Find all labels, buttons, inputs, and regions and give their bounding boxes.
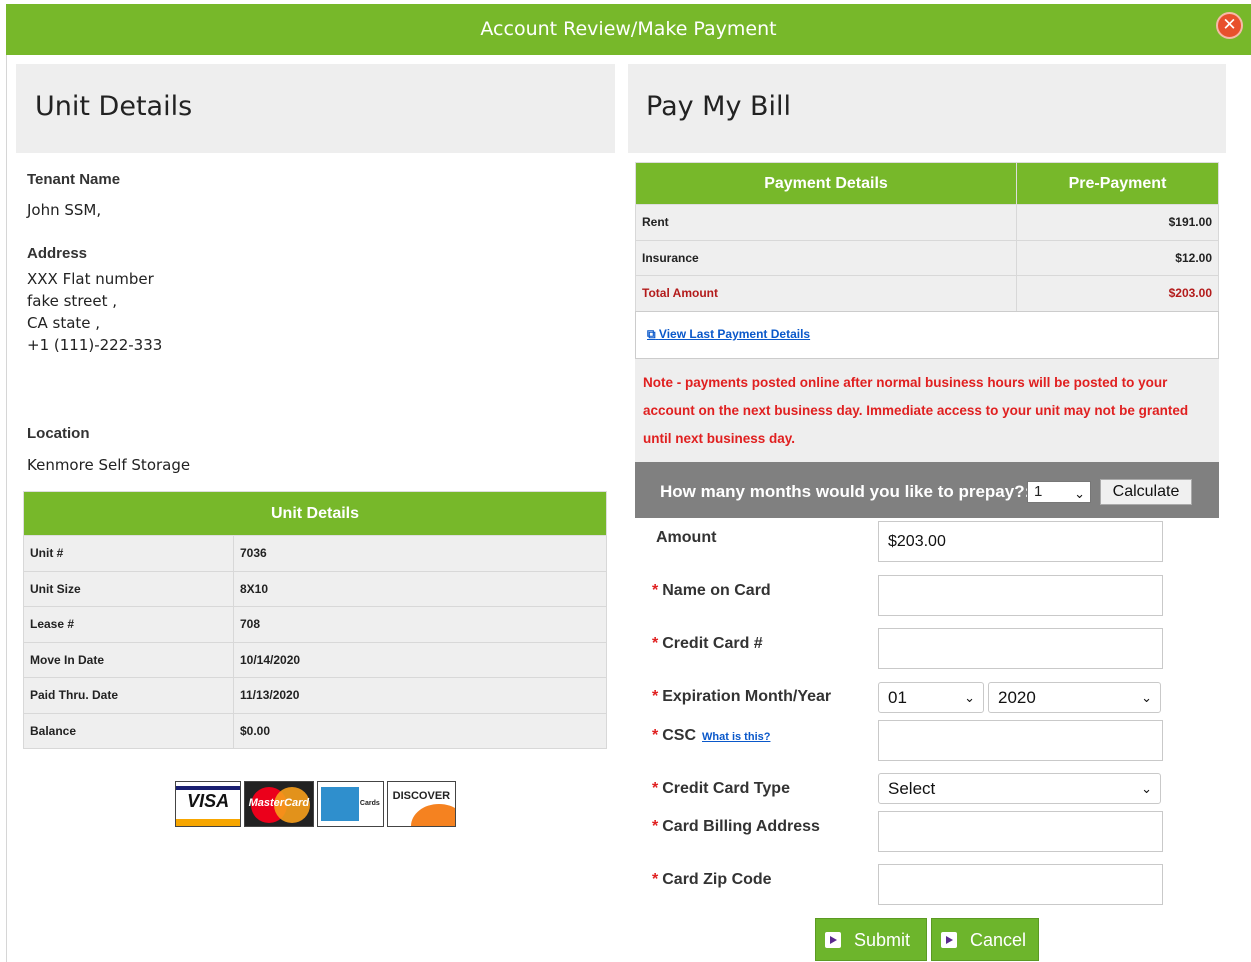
row-amount: $191.00	[1016, 204, 1219, 241]
chevron-down-icon: ⌄	[1141, 781, 1152, 796]
calculate-button[interactable]: Calculate	[1100, 479, 1192, 505]
accepted-cards-logos: VISA MasterCard Cards DISCOVER	[175, 781, 456, 827]
table-row: Balance $0.00	[23, 712, 607, 749]
credit-card-type-select[interactable]: Select ⌄	[878, 773, 1161, 804]
table-row: Lease #708	[23, 606, 607, 643]
amount-input[interactable]: $203.00	[878, 521, 1163, 562]
play-icon	[941, 932, 957, 948]
row-label: Paid Thru. Date	[23, 677, 234, 714]
address-line: XXX Flat number	[27, 270, 154, 288]
dialog-title: Account Review/Make Payment	[480, 18, 777, 40]
row-label: Unit #	[23, 535, 234, 572]
billing-address-input[interactable]	[878, 811, 1163, 852]
table-row: Rent $191.00	[635, 204, 1219, 241]
zip-code-input[interactable]	[878, 864, 1163, 905]
address-line: +1 (111)-222-333	[27, 336, 163, 354]
play-icon	[825, 932, 841, 948]
payment-details-table: Payment Details Pre-Payment Rent $191.00 …	[635, 162, 1219, 312]
row-value: 8X10	[233, 570, 607, 607]
row-label: Unit Size	[23, 570, 234, 607]
row-label: Rent	[635, 204, 1017, 241]
pre-payment-col: Pre-Payment	[1016, 162, 1219, 205]
external-link-icon: ⧉	[647, 327, 656, 341]
payment-details-col: Payment Details	[635, 162, 1017, 205]
row-value: 11/13/2020	[233, 677, 607, 714]
csc-input[interactable]	[878, 720, 1163, 761]
mastercard-logo: MasterCard	[244, 781, 314, 827]
credit-card-number-label: * Credit Card #	[652, 635, 763, 652]
address-line: CA state ,	[27, 314, 101, 332]
unit-details-heading: Unit Details	[35, 91, 193, 122]
location-value: Kenmore Self Storage	[27, 456, 191, 474]
close-icon[interactable]: ✕	[1216, 12, 1243, 39]
last-payment-box: ⧉ View Last Payment Details	[635, 311, 1219, 359]
zip-code-label: * Card Zip Code	[652, 871, 772, 888]
visa-logo: VISA	[175, 781, 242, 827]
chevron-down-icon: ⌄	[1141, 690, 1152, 705]
credit-card-number-input[interactable]	[878, 628, 1163, 669]
view-last-payment-link[interactable]: ⧉ View Last Payment Details	[647, 327, 810, 342]
address-label: Address	[27, 245, 88, 262]
unit-details-table-header: Unit Details	[23, 491, 607, 536]
row-value: 10/14/2020	[233, 641, 607, 678]
tenant-name-label: Tenant Name	[27, 171, 121, 188]
csc-help-link[interactable]: What is this?	[702, 731, 770, 743]
row-label: Balance	[23, 712, 234, 749]
credit-card-type-label: * Credit Card Type	[652, 780, 790, 797]
row-label: Move In Date	[23, 641, 234, 678]
prepay-bar: How many months would you like to prepay…	[635, 462, 1219, 518]
total-row: Total Amount $203.00	[635, 275, 1219, 312]
table-row: Paid Thru. Date 11/13/2020	[23, 677, 607, 714]
table-row: Insurance $12.00	[635, 239, 1219, 276]
name-on-card-label: * Name on Card	[652, 582, 771, 599]
row-label: Lease #	[23, 606, 234, 643]
payment-note: Note - payments posted online after norm…	[635, 359, 1219, 462]
dialog-title-bar: Account Review/Make Payment ✕	[6, 4, 1251, 55]
row-value: 7036	[233, 535, 607, 572]
table-row: Unit #7036	[23, 535, 607, 572]
table-row: Move In Date 10/14/2020	[23, 641, 607, 678]
location-label: Location	[27, 425, 90, 442]
row-label: Total Amount	[635, 275, 1017, 312]
address-value: XXX Flat number fake street , CA state ,…	[27, 268, 162, 356]
discover-logo: DISCOVER	[386, 781, 456, 827]
submit-button[interactable]: Submit	[815, 918, 927, 961]
chevron-down-icon: ⌄	[964, 690, 975, 705]
pay-my-bill-heading: Pay My Bill	[646, 91, 792, 122]
cancel-button[interactable]: Cancel	[931, 918, 1039, 961]
chevron-down-icon: ⌄	[1074, 486, 1085, 501]
row-value: 708	[233, 606, 607, 643]
billing-address-label: * Card Billing Address	[652, 818, 820, 835]
amount-label: Amount	[656, 529, 717, 546]
dialog-left-border	[6, 55, 7, 962]
name-on-card-input[interactable]	[878, 575, 1163, 616]
expiration-label: * Expiration Month/Year	[652, 688, 832, 705]
row-label: Insurance	[635, 239, 1017, 276]
pay-my-bill-header: Pay My Bill	[628, 64, 1226, 153]
expiration-month-select[interactable]: 01 ⌄	[878, 682, 984, 713]
row-value: $0.00	[233, 712, 607, 749]
expiration-year-select[interactable]: 2020 ⌄	[988, 682, 1161, 713]
row-amount: $12.00	[1016, 239, 1219, 276]
unit-details-table: Unit Details Unit #7036 Unit Size 8X10 Le…	[23, 491, 607, 749]
csc-label: * CSC What is this?	[652, 727, 771, 744]
prepay-months-select[interactable]: 1 ⌄	[1027, 481, 1091, 503]
row-amount: $203.00	[1016, 275, 1219, 312]
amex-logo: Cards	[316, 781, 384, 827]
tenant-name-value: John SSM,	[27, 201, 102, 219]
address-line: fake street ,	[27, 292, 118, 310]
prepay-question: How many months would you like to prepay…	[660, 482, 1031, 501]
unit-details-header: Unit Details	[16, 64, 615, 153]
table-row: Unit Size 8X10	[23, 570, 607, 607]
